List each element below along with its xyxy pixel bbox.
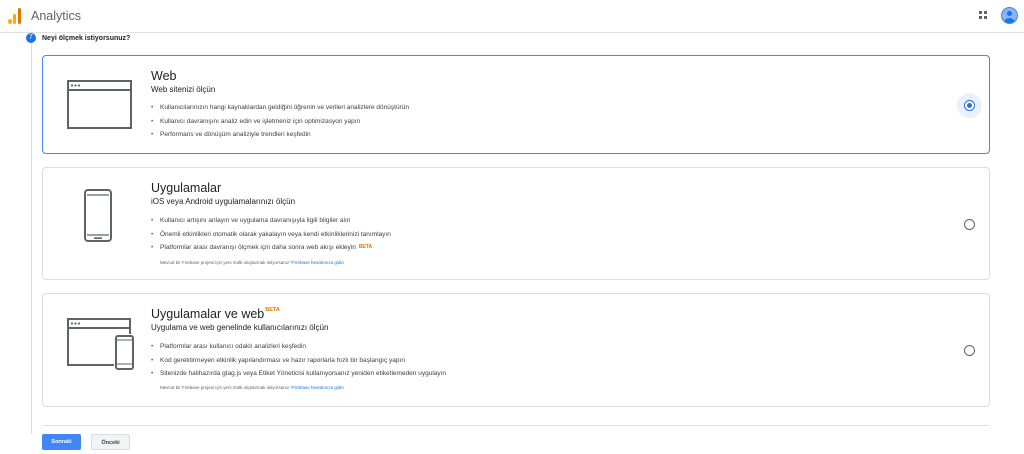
list-item-text: Platformlar arası davranışı ölçmek için … (160, 244, 356, 251)
option-bullet-list: Kullanıcılarınızın hangi kaynaklardan ge… (151, 101, 409, 142)
firebase-note-text: Mevcut bir Firebase projesi için yeni mü… (160, 385, 291, 390)
option-title: Uygulamalar ve web (151, 307, 265, 321)
next-button[interactable]: Sonraki (42, 434, 81, 450)
apps-grid-icon[interactable] (979, 11, 988, 20)
list-item: Sitenizde halihazırda gtag.js veya Etike… (151, 367, 446, 381)
radio-apps-and-web[interactable] (964, 345, 975, 356)
option-subtitle: iOS veya Android uygulamalarınızı ölçün (151, 197, 296, 206)
list-item: Önemli etkinlikleri otomatik olarak yaka… (151, 228, 391, 242)
radio-web[interactable] (964, 100, 975, 111)
firebase-note: Mevcut bir Firebase projesi için yeni mü… (160, 260, 344, 265)
list-item: Platformlar arası kullanıcı odaklı anali… (151, 340, 446, 354)
radio-apps[interactable] (964, 219, 975, 230)
previous-button[interactable]: Önceki (91, 434, 130, 450)
browser-and-phone-icon (67, 318, 134, 370)
option-title: Web (151, 69, 177, 83)
app-title[interactable]: Analytics (31, 9, 81, 23)
option-card-apps[interactable]: Uygulamalar iOS veya Android uygulamalar… (42, 167, 990, 280)
footer-divider (42, 425, 990, 426)
firebase-account-link[interactable]: *Firebase hesabınıza gidin (291, 260, 344, 265)
list-item: Kullanıcı artışını anlayın ve uygulama d… (151, 214, 391, 228)
option-bullet-list: Platformlar arası kullanıcı odaklı anali… (151, 340, 446, 381)
step-number-badge: 7 (26, 33, 36, 43)
list-item: Kullanıcılarınızın hangi kaynaklardan ge… (151, 101, 409, 115)
firebase-account-link[interactable]: *Firebase hesabınıza gidin (291, 385, 344, 390)
top-app-bar: Analytics (0, 0, 1024, 33)
option-title: Uygulamalar (151, 181, 222, 195)
list-item: Performans ve dönüşüm analiziyle trendle… (151, 128, 409, 142)
option-card-apps-and-web[interactable]: Uygulamalar ve webBETA Uygulama ve web g… (42, 293, 990, 407)
firebase-note-text: Mevcut bir Firebase projesi için yeni mü… (160, 260, 291, 265)
list-item: Platformlar arası davranışı ölçmek için … (151, 241, 391, 255)
analytics-logo-icon[interactable] (8, 8, 22, 24)
step-title: Neyi ölçmek istiyorsunuz? (42, 35, 131, 42)
option-bullet-list: Kullanıcı artışını anlayın ve uygulama d… (151, 214, 391, 255)
beta-badge: BETA (265, 307, 280, 313)
option-subtitle: Uygulama ve web genelinde kullanıcıların… (151, 323, 329, 332)
option-title-row: Uygulamalar ve webBETA (151, 307, 280, 321)
list-item: Kullanıcı davranışını analiz edin ve işl… (151, 115, 409, 129)
option-card-web[interactable]: Web Web sitenizi ölçün Kullanıcılarınızı… (42, 55, 990, 154)
mobile-phone-icon (84, 189, 112, 242)
account-avatar-icon[interactable] (1001, 7, 1018, 24)
option-subtitle: Web sitenizi ölçün (151, 85, 216, 94)
browser-window-icon (67, 80, 132, 129)
stepper-line (31, 40, 32, 434)
firebase-note: Mevcut bir Firebase projesi için yeni mü… (160, 385, 344, 390)
beta-badge: BETA (358, 244, 373, 250)
list-item: Kod gerektirmeyen etkinlik yapılandırmas… (151, 354, 446, 368)
